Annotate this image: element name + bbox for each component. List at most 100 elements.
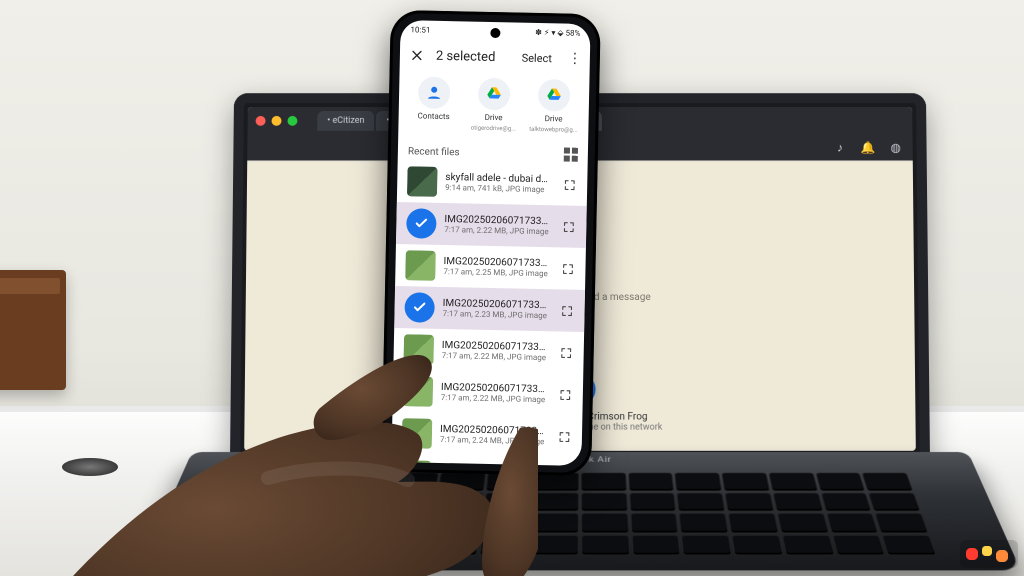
file-row[interactable]: IMG20250206071733_BU...7:17 am, 2.23 MB,… — [394, 286, 585, 332]
expand-arrows-icon[interactable] — [557, 386, 573, 402]
more-menu-icon[interactable]: ⋮ — [568, 54, 582, 64]
keyboard-key[interactable] — [338, 493, 386, 510]
file-row[interactable]: IMG20250206071733_BU...7:17 am, 2.22 MB,… — [396, 202, 587, 248]
keyboard-key[interactable] — [726, 493, 773, 510]
keyboard-key[interactable] — [429, 535, 478, 554]
keyboard-key[interactable] — [769, 473, 816, 490]
user-icon[interactable]: ◍ — [889, 141, 903, 155]
file-thumbnail — [407, 166, 438, 197]
file-text: IMG20250206071733_BU...7:17 am, 2.25 MB,… — [443, 256, 551, 278]
keyboard-key[interactable] — [582, 514, 628, 532]
keyboard-key[interactable] — [391, 473, 437, 490]
file-text: IMG20250206071733_BU...7:17 am, 2.22 MB,… — [441, 382, 549, 404]
window-zoom-icon[interactable] — [287, 116, 297, 126]
keyboard-key[interactable] — [482, 514, 529, 532]
keyboard-key[interactable] — [723, 473, 769, 490]
file-row[interactable]: IMG20250206071733_BU...7:17 am, 2.24 MB,… — [392, 412, 583, 458]
window-minimize-icon[interactable] — [271, 116, 281, 126]
file-row[interactable]: IMG20250206071733_BU...7:17 am, 2.22 MB,… — [392, 370, 583, 416]
keyboard-key[interactable] — [632, 535, 680, 554]
file-list[interactable]: skyfall adele - dubai danci...9:14 am, 7… — [391, 160, 587, 466]
keyboard-key[interactable] — [783, 535, 834, 554]
keyboard-key[interactable] — [680, 514, 728, 532]
keyboard-key[interactable] — [485, 493, 530, 510]
keyboard-key[interactable] — [833, 535, 885, 554]
header-title: 2 selected — [436, 48, 506, 64]
keyboard-key[interactable] — [678, 493, 724, 510]
browser-tab[interactable]: • eCitizen — [317, 111, 374, 131]
file-row[interactable]: IMG20250206071733_BU...7:17 am, 2.25 MB,… — [395, 244, 586, 290]
keyboard-key[interactable] — [224, 535, 277, 554]
keyboard-key[interactable] — [439, 473, 484, 490]
status-time: 10:51 — [410, 25, 430, 34]
keyboard-key[interactable] — [778, 514, 827, 532]
keyboard-key[interactable] — [283, 514, 333, 532]
keyboard-key[interactable] — [296, 473, 344, 490]
keyboard-key[interactable] — [827, 514, 877, 532]
laptop-base: MacBook Air — [139, 452, 1021, 570]
keyboard-key[interactable] — [869, 493, 919, 510]
close-button[interactable] — [408, 46, 426, 64]
keyboard-key[interactable] — [382, 514, 430, 532]
expand-arrows-icon[interactable] — [558, 344, 574, 360]
keyboard-key[interactable] — [487, 473, 531, 490]
file-text: IMG20250206071733_BU...7:17 am, 2.23 MB,… — [442, 298, 550, 320]
expand-arrows-icon[interactable] — [560, 218, 576, 234]
file-row[interactable]: IMG20250206071733_BU...7:17 am, 2.22 MB,… — [393, 328, 584, 374]
view-toggle-grid-icon[interactable] — [564, 148, 578, 162]
laptop-keyboard[interactable] — [224, 473, 935, 554]
music-icon[interactable]: ♪ — [833, 141, 847, 155]
keyboard-key[interactable] — [533, 493, 578, 510]
keyboard-key[interactable] — [729, 514, 777, 532]
keyboard-key[interactable] — [432, 514, 480, 532]
keyboard-key[interactable] — [241, 493, 291, 510]
keyboard-key[interactable] — [732, 535, 782, 554]
keyboard-key[interactable] — [276, 535, 328, 554]
expand-arrows-icon[interactable] — [561, 176, 577, 192]
keyboard-key[interactable] — [629, 473, 673, 490]
keyboard-key[interactable] — [582, 473, 626, 490]
keyboard-key[interactable] — [774, 493, 822, 510]
keyboard-key[interactable] — [534, 473, 578, 490]
keyboard-key[interactable] — [532, 514, 578, 532]
destination-sub: otigerodrive@g... — [471, 125, 516, 133]
status-right-cluster: ✽ ⚡︎ ▾ ⬙ 58% — [535, 27, 580, 37]
selected-check-icon[interactable] — [404, 292, 435, 323]
keyboard-key[interactable] — [676, 473, 721, 490]
expand-arrows-icon[interactable] — [559, 260, 575, 276]
share-destinations-row: ContactsDriveotigerodrive@g...Drivetalkt… — [398, 72, 589, 144]
keyboard-key[interactable] — [631, 514, 678, 532]
share-destination[interactable]: Contacts — [406, 76, 461, 131]
bell-icon[interactable]: 🔔 — [861, 141, 875, 155]
wooden-box-prop — [0, 270, 66, 390]
keyboard-key[interactable] — [387, 493, 434, 510]
keyboard-key[interactable] — [436, 493, 482, 510]
keyboard-key[interactable] — [333, 514, 382, 532]
expand-arrows-icon[interactable] — [556, 428, 572, 444]
share-destination[interactable]: Driveotigerodrive@g... — [466, 77, 521, 132]
keyboard-key[interactable] — [327, 535, 378, 554]
keyboard-key[interactable] — [816, 473, 864, 490]
share-destination[interactable]: Drivetalktowebpro@g... — [526, 79, 581, 134]
select-all-button[interactable]: Select — [515, 49, 558, 67]
keyboard-key[interactable] — [876, 514, 927, 532]
keyboard-key[interactable] — [480, 535, 528, 554]
expand-arrows-icon[interactable] — [558, 302, 574, 318]
selected-check-icon[interactable] — [406, 208, 437, 239]
keyboard-key[interactable] — [531, 535, 578, 554]
keyboard-key[interactable] — [343, 473, 390, 490]
window-close-icon[interactable] — [256, 116, 266, 126]
keyboard-key[interactable] — [582, 493, 627, 510]
keyboard-key[interactable] — [630, 493, 675, 510]
keyboard-key[interactable] — [378, 535, 428, 554]
keyboard-key[interactable] — [582, 535, 629, 554]
keyboard-key[interactable] — [883, 535, 936, 554]
keyboard-key[interactable] — [863, 473, 912, 490]
keyboard-key[interactable] — [248, 473, 297, 490]
keyboard-key[interactable] — [682, 535, 731, 554]
keyboard-key[interactable] — [233, 514, 284, 532]
file-row[interactable]: skyfall adele - dubai danci...9:14 am, 7… — [397, 160, 588, 206]
drive-icon — [478, 78, 511, 111]
keyboard-key[interactable] — [289, 493, 338, 510]
keyboard-key[interactable] — [821, 493, 870, 510]
